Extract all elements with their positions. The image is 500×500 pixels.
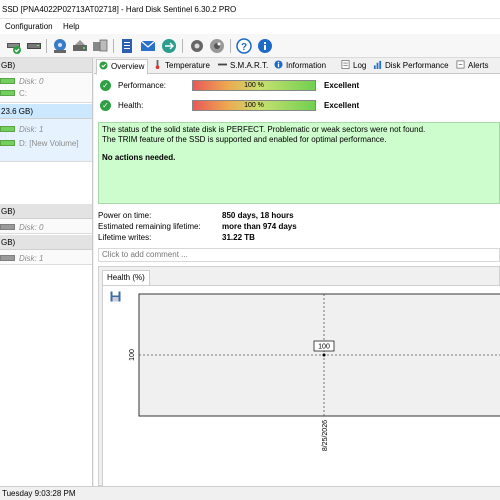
power-on-label: Power on time:	[98, 211, 152, 220]
surface-test-icon[interactable]	[72, 38, 88, 54]
health-chart: 100 100 8/25/2026	[129, 293, 500, 451]
volume-status-bar	[0, 90, 15, 96]
performance-icon	[373, 60, 382, 69]
disk-size-label: GB)	[0, 204, 92, 219]
tab-overview[interactable]: Overview	[96, 59, 148, 75]
health-graph-box: Health (%) 100 100 8/25/2026	[98, 266, 500, 487]
tab-overview-label: Overview	[111, 62, 145, 71]
performance-label: Performance:	[118, 81, 167, 90]
disk-number-label: Disk: 1	[19, 254, 44, 263]
performance-gauge: 100 %	[192, 80, 316, 91]
disk-entry-selected[interactable]: 23.6 GB) Disk: 1 D: [New Volume]	[0, 104, 92, 162]
toolbar-separator	[46, 39, 47, 53]
status-message-box: The status of the solid state disk is PE…	[98, 122, 500, 204]
disk-status-bar	[0, 255, 15, 261]
help-icon[interactable]: ?	[236, 38, 252, 54]
power-on-row: Power on time: 850 days, 18 hours	[98, 211, 294, 221]
volume-label: D: [New Volume]	[19, 139, 79, 148]
health-label: Health:	[118, 101, 144, 110]
tab-information[interactable]: Information	[272, 59, 326, 74]
alerts-icon	[456, 60, 465, 69]
send-report-icon[interactable]	[161, 38, 177, 54]
tools-icon[interactable]	[92, 38, 108, 54]
tab-log[interactable]: Log	[339, 59, 366, 74]
alerts-icon[interactable]	[209, 38, 225, 54]
disk-list: GB) Disk: 0 C: 23.6 GB) Disk: 1 D: [New …	[0, 58, 93, 486]
disk-size-label: GB)	[0, 235, 92, 250]
x-tick-label: 8/25/2026	[322, 420, 329, 451]
main-panel: Overview Temperature S.M.A.R.T. Informat…	[94, 58, 500, 487]
status-text: The status of the solid state disk is PE…	[102, 125, 426, 134]
y-tick-label: 100	[129, 349, 136, 361]
check-icon	[99, 61, 108, 70]
check-icon: ✓	[100, 100, 111, 111]
toolbar-separator	[230, 39, 231, 53]
drive-scan-icon[interactable]	[52, 38, 68, 54]
tab-information-label: Information	[286, 61, 327, 70]
disk-size-label: 23.6 GB)	[0, 104, 92, 119]
tab-alerts[interactable]: Alerts	[454, 59, 488, 74]
disk-entry[interactable]: GB) Disk: 1	[0, 235, 92, 265]
disk-status-bar	[0, 78, 15, 84]
report-icon[interactable]	[119, 38, 135, 54]
disk-size-label: GB)	[0, 58, 92, 73]
menu-help[interactable]: Help	[63, 19, 79, 34]
tab-temperature-label: Temperature	[165, 61, 210, 70]
smart-icon	[218, 63, 227, 66]
disk-number-label: Disk: 0	[19, 77, 44, 86]
performance-rating: Excellent	[324, 81, 360, 90]
tab-smart-label: S.M.A.R.T.	[230, 61, 269, 70]
action-text: No actions needed.	[102, 153, 176, 162]
log-icon	[341, 60, 350, 69]
health-rating: Excellent	[324, 101, 360, 110]
check-icon: ✓	[100, 80, 111, 91]
data-point	[322, 353, 326, 357]
tab-smart[interactable]: S.M.A.R.T.	[216, 59, 268, 74]
tab-bar: Overview Temperature S.M.A.R.T. Informat…	[94, 58, 500, 75]
lifetime-writes-value: 31.22 TB	[222, 233, 255, 242]
remaining-lifetime-label: Estimated remaining lifetime:	[98, 222, 201, 231]
toolbar-separator	[113, 39, 114, 53]
remaining-lifetime-value: more than 974 days	[222, 222, 297, 231]
tab-alerts-label: Alerts	[468, 61, 489, 70]
info-icon[interactable]	[257, 38, 273, 54]
comment-input[interactable]: Click to add comment ...	[98, 248, 500, 262]
disk-number-label: Disk: 0	[19, 223, 44, 232]
toolbar-separator	[182, 39, 183, 53]
lifetime-writes-label: Lifetime writes:	[98, 233, 152, 242]
trim-text: The TRIM feature of the SSD is supported…	[102, 135, 387, 144]
lifetime-writes-row: Lifetime writes: 31.22 TB	[98, 233, 255, 243]
thermometer-icon	[155, 60, 160, 69]
power-on-value: 850 days, 18 hours	[222, 211, 294, 220]
volume-status-bar	[0, 140, 15, 146]
disk-check-icon[interactable]	[6, 38, 22, 54]
menu-bar: Configuration Help	[0, 19, 500, 34]
disk-icon[interactable]	[26, 38, 42, 54]
disk-status-bar	[0, 126, 15, 132]
tab-disk-performance-label: Disk Performance	[385, 61, 449, 70]
volume-label: C:	[19, 89, 27, 98]
data-label: 100	[318, 344, 330, 351]
disk-number-label: Disk: 1	[19, 125, 44, 134]
toolbar: ?	[0, 34, 500, 58]
tab-disk-performance[interactable]: Disk Performance	[371, 59, 449, 74]
window-title: SSD [PNA4022P02713AT02718] - Hard Disk S…	[0, 0, 500, 19]
info-icon	[274, 60, 283, 69]
tab-log-label: Log	[353, 61, 367, 70]
menu-configuration[interactable]: Configuration	[5, 19, 53, 34]
health-graph-panel: 100 100 8/25/2026	[102, 285, 500, 487]
settings-icon[interactable]	[189, 38, 205, 54]
disk-status-bar	[0, 224, 15, 230]
status-bar: Tuesday 9:03:28 PM	[0, 486, 500, 500]
remaining-lifetime-row: Estimated remaining lifetime: more than …	[98, 222, 297, 232]
tab-health-graph[interactable]: Health (%)	[102, 270, 150, 285]
tab-temperature[interactable]: Temperature	[151, 59, 210, 74]
email-icon[interactable]	[140, 38, 156, 54]
disk-entry[interactable]: GB) Disk: 0 C:	[0, 58, 92, 103]
svg-text:?: ?	[241, 42, 247, 53]
health-gauge: 100 %	[192, 100, 316, 111]
disk-entry[interactable]: GB) Disk: 0	[0, 204, 92, 234]
